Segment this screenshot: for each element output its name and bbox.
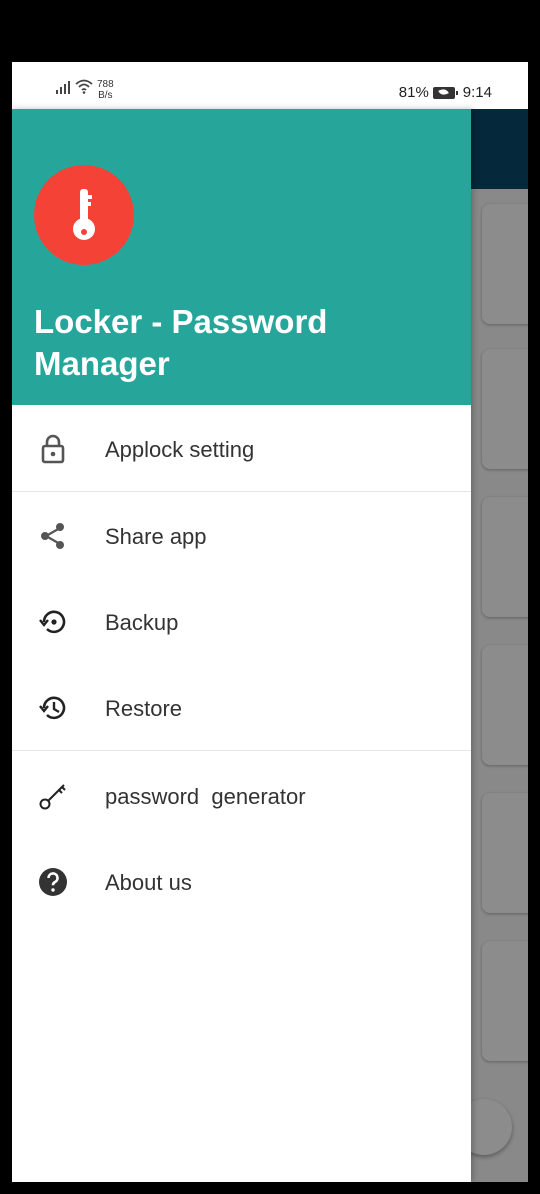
wifi-icon — [75, 79, 93, 94]
menu-item-about-us[interactable]: About us — [12, 838, 471, 924]
network-speed: 788 B/s — [97, 79, 114, 101]
clock: 9:14 — [462, 84, 492, 101]
share-icon — [41, 523, 64, 549]
menu-item-label: Restore — [105, 696, 183, 721]
lock-icon — [41, 434, 65, 464]
menu-item-label: password generator — [105, 784, 306, 809]
menu-item-label: Share app — [105, 524, 207, 549]
menu-item-backup[interactable]: Backup — [12, 578, 471, 664]
help-circle-icon — [39, 868, 67, 896]
restore-history-icon — [39, 696, 66, 720]
app-logo — [34, 165, 134, 265]
menu-item-label: Applock setting — [105, 437, 255, 462]
menu-item-label: About us — [105, 870, 192, 895]
menu-item-share-app[interactable]: Share app — [12, 492, 471, 578]
drawer-header: Locker - Password Manager — [12, 109, 471, 405]
phone-screen: 788 B/s 81% 9:14 Locker - Password Manag… — [12, 62, 528, 1182]
backup-icon — [39, 610, 66, 634]
menu-item-restore[interactable]: Restore — [12, 664, 471, 750]
network-speed-value: 788 — [97, 79, 114, 90]
battery-percent: 81% — [398, 84, 429, 101]
menu-item-password-generator[interactable]: password generator — [12, 752, 471, 838]
menu-item-applock-setting[interactable]: Applock setting — [12, 405, 471, 491]
key-icon — [73, 189, 95, 240]
app-title: Locker - Password Manager — [34, 303, 328, 382]
status-bar: 788 B/s 81% 9:14 — [12, 62, 528, 109]
menu-item-label: Backup — [105, 610, 179, 635]
navigation-drawer: Locker - Password Manager Applock settin… — [12, 109, 471, 1182]
network-speed-unit: B/s — [98, 90, 113, 101]
status-left: 788 B/s — [56, 79, 114, 101]
status-right: 81% 9:14 — [399, 84, 492, 101]
battery-icon — [432, 86, 458, 99]
key-icon — [39, 784, 66, 810]
divider — [12, 750, 471, 751]
signal-icon — [56, 80, 70, 94]
